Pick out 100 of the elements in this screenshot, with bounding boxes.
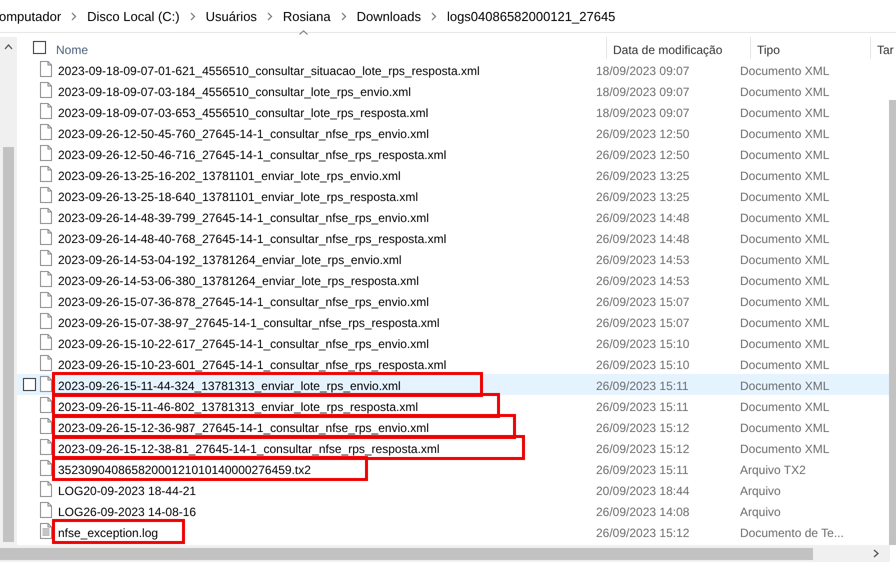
file-name[interactable]: 2023-09-26-14-48-40-768_27645-14-1_consultar_nfse_rps_resposta.xml [58,230,446,248]
file-name[interactable]: 2023-09-18-09-07-03-184_4556510_consultar_lote_rps_envio.xml [58,83,411,101]
modified-date: 18/09/2023 09:07 [596,63,690,80]
file-icon [40,460,52,476]
file-name[interactable]: 2023-09-26-13-25-18-640_13781101_enviar_lote_rps_resposta.xml [58,188,418,206]
file-icon [40,376,52,392]
scrollbar-thumb[interactable] [889,100,896,545]
file-name[interactable]: 2023-09-26-15-07-38-97_27645-14-1_consultar_nfse_rps_resposta.xml [58,314,440,332]
file-icon [40,355,52,371]
scrollbar-thumb[interactable] [0,548,813,560]
file-name[interactable]: 2023-09-26-15-11-44-324_13781313_enviar_lote_rps_envio.xml [58,377,401,395]
file-type: Documento XML [740,336,830,353]
chevron-icon [71,12,78,21]
column-header[interactable]: Nome [56,41,88,59]
file-type: Documento XML [740,378,830,395]
file-name[interactable]: 2023-09-26-12-50-46-716_27645-14-1_consultar_nfse_rps_resposta.xml [58,146,446,164]
file-type: Arquivo TX2 [740,462,806,479]
file-icon [40,166,52,182]
file-icon [40,82,52,98]
file-icon [40,397,52,413]
file-icon [40,187,52,203]
modified-date: 18/09/2023 09:07 [596,84,690,101]
file-name[interactable]: 2023-09-26-15-07-36-878_27645-14-1_consultar_nfse_rps_envio.xml [58,293,429,311]
file-type: Documento de Te... [740,525,844,542]
modified-date: 26/09/2023 14:53 [596,252,690,269]
chevron-icon [430,12,437,21]
breadcrumb-item[interactable]: Downloads [356,6,421,26]
modified-date: 26/09/2023 15:11 [596,399,689,416]
file-name[interactable]: 2023-09-18-09-07-01-621_4556510_consultar_situacao_lote_rps_resposta.xml [58,62,480,80]
breadcrumb-item[interactable]: logs04086582000121_27645 [446,6,616,26]
file-name[interactable]: 2023-09-26-15-12-38-81_27645-14-1_consultar_nfse_rps_resposta.xml [58,440,440,458]
file-icon [40,292,52,308]
modified-date: 26/09/2023 14:48 [596,210,690,227]
column-header[interactable]: Data de modificação [613,41,722,59]
file-type: Documento XML [740,420,830,437]
file-name[interactable]: 2023-09-18-09-07-03-653_4556510_consultar_lote_rps_resposta.xml [58,104,428,122]
modified-date: 26/09/2023 15:07 [596,315,690,332]
file-type: Documento XML [740,252,830,269]
chevron-icon [190,12,196,21]
modified-date: 26/09/2023 13:25 [596,189,690,206]
file-name[interactable]: 2023-09-26-15-10-23-601_27645-14-1_consultar_nfse_rps_resposta.xml [58,356,446,374]
file-icon [40,61,52,77]
modified-date: 20/09/2023 18:44 [596,483,690,500]
modified-date: 26/09/2023 12:50 [596,147,690,164]
file-type: Arquivo [740,504,781,521]
modified-date: 26/09/2023 15:11 [596,378,689,395]
file-name[interactable]: 2023-09-26-14-48-39-799_27645-14-1_consultar_nfse_rps_envio.xml [58,209,429,227]
file-icon [40,334,52,350]
modified-date: 26/09/2023 14:48 [596,231,690,248]
scroll-right-icon[interactable] [873,549,879,558]
breadcrumb-item[interactable]: Disco Local (C:) [87,6,180,26]
file-type: Documento XML [740,231,830,248]
file-name[interactable]: 2023-09-26-15-12-36-987_27645-14-1_consultar_nfse_rps_envio.xml [58,419,429,437]
file-name[interactable]: 2023-09-26-13-25-16-202_13781101_enviar_lote_rps_envio.xml [58,167,401,185]
breadcrumb-item[interactable]: Usuários [206,6,257,26]
file-type: Documento XML [740,294,830,311]
modified-date: 26/09/2023 15:10 [596,336,690,353]
file-name[interactable]: 2023-09-26-14-53-04-192_13781264_enviar_lote_rps_envio.xml [58,251,402,269]
text-file-icon [40,523,52,539]
chevron-icon [340,12,347,21]
file-name[interactable]: 2023-09-26-14-53-06-380_13781264_enviar_lote_rps_resposta.xml [58,272,419,290]
row-checkbox[interactable] [23,378,36,391]
column-header[interactable]: Tipo [757,41,780,59]
file-type: Documento XML [740,315,830,332]
modified-date: 26/09/2023 15:11 [596,462,689,479]
file-icon [40,124,52,140]
file-icon [40,103,52,119]
file-name[interactable]: 35230904086582000121010140000276459.tx2 [58,461,311,479]
modified-date: 26/09/2023 13:25 [596,168,690,185]
modified-date: 26/09/2023 15:07 [596,294,690,311]
file-icon [40,439,52,455]
file-icon [40,313,52,329]
file-name[interactable]: nfse_exception.log [58,524,158,542]
modified-date: 26/09/2023 15:12 [596,525,690,542]
file-type: Documento XML [740,126,830,143]
file-type: Documento XML [740,147,830,164]
column-header[interactable]: Tar [877,41,894,59]
breadcrumb-item[interactable]: Rosiana [282,6,331,26]
file-type: Documento XML [740,168,830,185]
file-icon [40,229,52,245]
file-type: Arquivo [740,483,781,500]
file-name[interactable]: 2023-09-26-15-10-22-617_27645-14-1_consultar_nfse_rps_envio.xml [58,335,429,353]
file-type: Documento XML [740,84,830,101]
scroll-up-icon[interactable] [4,44,13,50]
file-name[interactable]: 2023-09-26-12-50-45-760_27645-14-1_consultar_nfse_rps_envio.xml [58,125,429,143]
modified-date: 26/09/2023 14:08 [596,504,690,521]
chevron-icon [266,12,273,21]
file-icon [40,250,52,266]
file-type: Documento XML [740,210,830,227]
select-all-checkbox[interactable] [33,41,46,54]
scrollbar-thumb[interactable] [3,147,14,542]
modified-date: 18/09/2023 09:07 [596,105,690,122]
file-icon [40,418,52,434]
file-icon [40,481,52,497]
file-type: Documento XML [740,441,830,458]
file-type: Documento XML [740,399,830,416]
file-name[interactable]: LOG20-09-2023 18-44-21 [58,482,196,500]
file-type: Documento XML [740,273,830,290]
file-name[interactable]: 2023-09-26-15-11-46-802_13781313_enviar_lote_rps_resposta.xml [58,398,418,416]
file-name[interactable]: LOG26-09-2023 14-08-16 [58,503,196,521]
